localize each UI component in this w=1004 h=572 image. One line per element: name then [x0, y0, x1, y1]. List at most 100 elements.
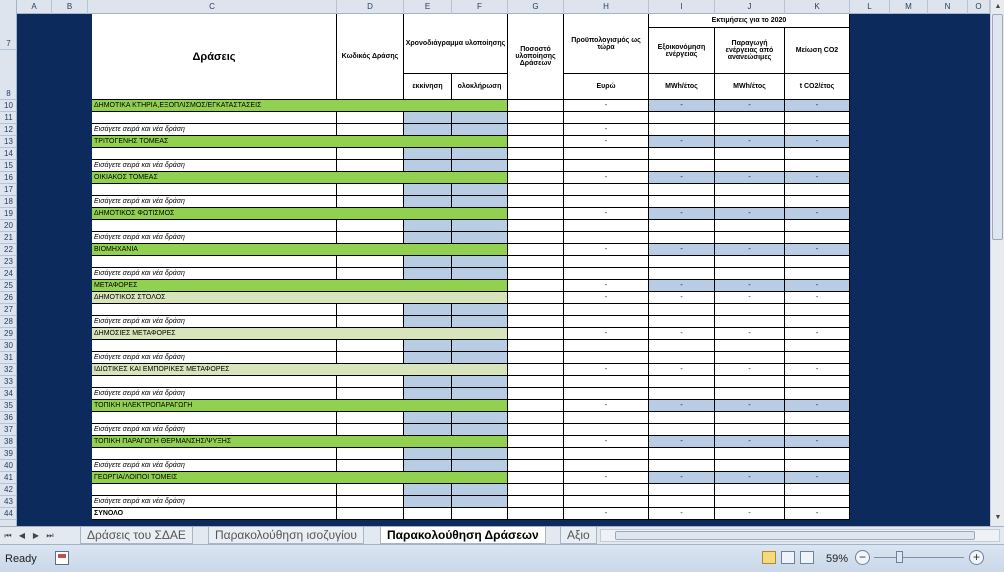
- co2-cell[interactable]: -: [785, 364, 850, 376]
- energy-saving-cell[interactable]: [649, 388, 715, 400]
- budget-cell[interactable]: -: [564, 400, 649, 412]
- co2-cell[interactable]: [785, 496, 850, 508]
- budget-cell[interactable]: [564, 196, 649, 208]
- sheet-tab-actions[interactable]: Δράσεις του ΣΔΑΕ: [80, 527, 193, 544]
- renewable-cell[interactable]: -: [715, 400, 785, 412]
- energy-saving-cell[interactable]: [649, 112, 715, 124]
- co2-cell[interactable]: [785, 340, 850, 352]
- energy-saving-cell[interactable]: [649, 460, 715, 472]
- prev-sheet-icon[interactable]: ◀: [16, 529, 28, 542]
- percent-cell[interactable]: [508, 340, 564, 352]
- percent-cell[interactable]: [508, 100, 564, 112]
- budget-cell[interactable]: -: [564, 280, 649, 292]
- scroll-thumb[interactable]: [992, 14, 1003, 240]
- budget-cell[interactable]: [564, 160, 649, 172]
- percent-cell[interactable]: [508, 160, 564, 172]
- code-cell[interactable]: [337, 196, 404, 208]
- percent-cell[interactable]: [508, 376, 564, 388]
- header-schedule[interactable]: Χρονοδιάγραμμα υλοποίησης: [404, 14, 508, 74]
- energy-saving-cell[interactable]: [649, 340, 715, 352]
- insert-row-hint[interactable]: Εισάγετε σειρά και νέα δράση: [92, 424, 337, 436]
- code-cell[interactable]: [337, 124, 404, 136]
- header-co2-unit[interactable]: t CO2/έτος: [785, 74, 850, 100]
- percent-cell[interactable]: [508, 112, 564, 124]
- row-header-11[interactable]: 11: [0, 112, 17, 124]
- row-header-7[interactable]: 7: [0, 14, 17, 50]
- row-header-20[interactable]: 20: [0, 220, 17, 232]
- header-start[interactable]: εκκίνηση: [404, 74, 452, 100]
- zoom-slider-track[interactable]: [874, 557, 964, 558]
- column-header-m[interactable]: M: [890, 0, 928, 14]
- renewable-cell[interactable]: [715, 388, 785, 400]
- energy-saving-cell[interactable]: [649, 148, 715, 160]
- budget-cell[interactable]: [564, 256, 649, 268]
- renewable-cell[interactable]: -: [715, 508, 785, 520]
- co2-cell[interactable]: -: [785, 472, 850, 484]
- percent-cell[interactable]: [508, 208, 564, 220]
- code-cell[interactable]: [337, 388, 404, 400]
- co2-cell[interactable]: [785, 220, 850, 232]
- page-break-view-icon[interactable]: [800, 551, 814, 564]
- header-percent[interactable]: Ποσοστό υλοποίησης Δράσεων: [508, 14, 564, 100]
- worksheet-grid[interactable]: Δράσεις Κωδικός Δράσης Χρονοδιάγραμμα υλ…: [17, 14, 990, 526]
- start-cell[interactable]: [404, 424, 452, 436]
- category-label[interactable]: ΔΗΜΟΤΙΚΟΣ ΣΤΟΛΟΣ: [92, 292, 508, 304]
- co2-cell[interactable]: [785, 256, 850, 268]
- page-layout-view-icon[interactable]: [781, 551, 795, 564]
- budget-cell[interactable]: [564, 232, 649, 244]
- row-header-22[interactable]: 22: [0, 244, 17, 256]
- row-header-43[interactable]: 43: [0, 496, 17, 508]
- end-cell[interactable]: [452, 148, 508, 160]
- category-label[interactable]: ΓΕΩΡΓΙΑ/ΛΟΙΠΟΙ ΤΟΜΕΙΣ: [92, 472, 508, 484]
- budget-cell[interactable]: [564, 340, 649, 352]
- energy-saving-cell[interactable]: -: [649, 172, 715, 184]
- action-cell[interactable]: [92, 304, 337, 316]
- budget-cell[interactable]: [564, 316, 649, 328]
- percent-cell[interactable]: [508, 232, 564, 244]
- code-cell[interactable]: [337, 424, 404, 436]
- percent-cell[interactable]: [508, 136, 564, 148]
- budget-cell[interactable]: -: [564, 472, 649, 484]
- row-header-37[interactable]: 37: [0, 424, 17, 436]
- end-cell[interactable]: [452, 376, 508, 388]
- column-header-i[interactable]: I: [649, 0, 715, 14]
- start-cell[interactable]: [404, 352, 452, 364]
- start-cell[interactable]: [404, 124, 452, 136]
- category-label[interactable]: ΒΙΟΜΗΧΑΝΙΑ: [92, 244, 508, 256]
- code-cell[interactable]: [337, 220, 404, 232]
- renewable-cell[interactable]: [715, 184, 785, 196]
- action-cell[interactable]: [92, 256, 337, 268]
- category-label[interactable]: ΤΟΠΙΚΗ ΠΑΡΑΓΩΓΗ ΘΕΡΜΑΝΣΗΣ/ΨΥΞΗΣ: [92, 436, 508, 448]
- energy-saving-cell[interactable]: -: [649, 472, 715, 484]
- percent-cell[interactable]: [508, 268, 564, 280]
- energy-saving-cell[interactable]: [649, 352, 715, 364]
- percent-cell[interactable]: [508, 388, 564, 400]
- row-header-38[interactable]: 38: [0, 436, 17, 448]
- co2-cell[interactable]: [785, 460, 850, 472]
- energy-saving-cell[interactable]: -: [649, 208, 715, 220]
- co2-cell[interactable]: -: [785, 508, 850, 520]
- renewable-cell[interactable]: [715, 148, 785, 160]
- energy-saving-cell[interactable]: [649, 232, 715, 244]
- scroll-down-icon[interactable]: ▼: [991, 512, 1004, 524]
- end-cell[interactable]: [452, 232, 508, 244]
- co2-cell[interactable]: [785, 124, 850, 136]
- row-header-30[interactable]: 30: [0, 340, 17, 352]
- budget-cell[interactable]: [564, 484, 649, 496]
- budget-cell[interactable]: [564, 376, 649, 388]
- row-header-15[interactable]: 15: [0, 160, 17, 172]
- end-cell[interactable]: [452, 484, 508, 496]
- start-cell[interactable]: [404, 220, 452, 232]
- energy-saving-cell[interactable]: [649, 376, 715, 388]
- category-label[interactable]: ΤΡΙΤΟΓΕΝΗΣ ΤΟΜΕΑΣ: [92, 136, 508, 148]
- start-cell[interactable]: [404, 484, 452, 496]
- energy-saving-cell[interactable]: -: [649, 328, 715, 340]
- column-header-a[interactable]: A: [17, 0, 52, 14]
- code-cell[interactable]: [337, 460, 404, 472]
- co2-cell[interactable]: [785, 304, 850, 316]
- zoom-slider-thumb[interactable]: [896, 551, 903, 563]
- row-header-16[interactable]: 16: [0, 172, 17, 184]
- renewable-cell[interactable]: -: [715, 436, 785, 448]
- select-all-corner[interactable]: [0, 0, 17, 14]
- co2-cell[interactable]: [785, 232, 850, 244]
